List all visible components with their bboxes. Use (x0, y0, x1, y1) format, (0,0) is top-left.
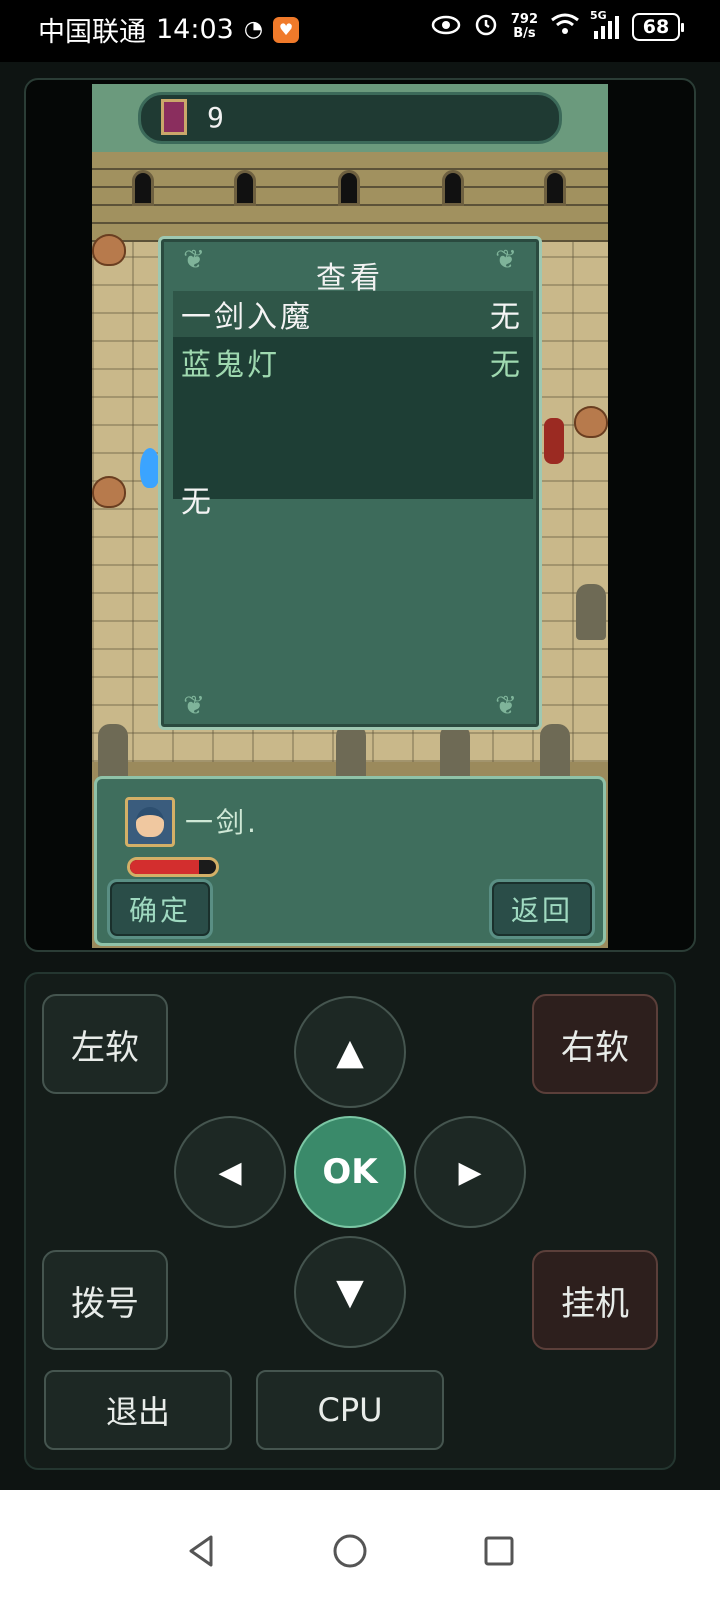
ok-button[interactable]: OK (294, 1116, 406, 1228)
status-right: 792 B/s 5G 68 (431, 9, 684, 43)
list-item[interactable]: 蓝鬼灯 无 (173, 339, 533, 385)
clock-time: 14:03 (156, 14, 234, 45)
ornament-icon: ❦ (495, 691, 517, 721)
wall-window (442, 170, 464, 206)
battery-icon: 68 (632, 13, 684, 41)
wall-window (544, 170, 566, 206)
eye-icon (431, 13, 461, 41)
pot-sprite (574, 406, 608, 438)
battery-level: 68 (642, 16, 670, 38)
back-nav-icon[interactable] (176, 1526, 226, 1576)
home-nav-icon[interactable] (325, 1526, 375, 1576)
clock-icon: ◔ (243, 17, 264, 42)
right-soft-button[interactable]: 右软 (532, 994, 658, 1094)
status-left: 中国联通 14:03 ◔ ♥ (38, 10, 300, 49)
statue-sprite (576, 584, 606, 640)
recents-nav-icon[interactable] (474, 1526, 524, 1576)
pot-sprite (92, 234, 126, 266)
navigation-bar (0, 1490, 720, 1612)
item-name: 蓝鬼灯 (181, 348, 280, 383)
left-soft-button[interactable]: 左软 (42, 994, 168, 1094)
dpad-up-button[interactable]: ▲ (294, 996, 406, 1108)
wifi-icon (550, 12, 580, 42)
hp-bar-fill (130, 860, 199, 874)
app-icon: ♥ (273, 16, 300, 43)
back-button[interactable]: 返回 (489, 879, 595, 939)
game-top-bar: 9 (92, 84, 608, 152)
carrier-text: 中国联通 (38, 17, 146, 48)
hourglass-icon (161, 99, 187, 135)
character-info-panel: 一剑. 确定 返回 (94, 776, 606, 946)
signal-type: 5G (590, 9, 607, 22)
item-value: 无 (490, 300, 523, 335)
item-list: 一剑入魔 无 蓝鬼灯 无 (173, 291, 533, 499)
list-item[interactable]: 一剑入魔 无 (173, 291, 533, 337)
hp-bar (127, 857, 219, 877)
net-speed: 792 B/s (511, 13, 538, 41)
alarm-icon (473, 11, 499, 43)
confirm-button[interactable]: 确定 (107, 879, 213, 939)
status-bar: 中国联通 14:03 ◔ ♥ 792 B/s 5G 68 (0, 0, 720, 62)
dungeon-wall (92, 152, 608, 242)
dpad-down-button[interactable]: ▼ (294, 1236, 406, 1348)
dpad-left-button[interactable]: ◀ (174, 1116, 286, 1228)
avatar-face (136, 807, 164, 837)
statue-sprite (440, 724, 470, 780)
cpu-button[interactable]: CPU (256, 1370, 444, 1450)
blue-flame-sprite (140, 448, 160, 488)
wall-window (132, 170, 154, 206)
npc-sprite (544, 418, 564, 464)
floor-indicator: 9 (138, 92, 562, 144)
exit-button[interactable]: 退出 (44, 1370, 232, 1450)
dial-button[interactable]: 拨号 (42, 1250, 168, 1350)
statue-sprite (336, 724, 366, 780)
control-pad: 左软 右软 拨号 挂机 ▲ ◀ OK ▶ ▼ 退出 CPU (24, 972, 676, 1470)
character-name: 一剑. (185, 806, 259, 839)
avatar (125, 797, 175, 847)
item-name: 一剑入魔 (181, 300, 313, 335)
item-description: 无 (181, 485, 211, 520)
pot-sprite (92, 476, 126, 508)
signal-icon: 5G (590, 9, 620, 39)
net-speed-value: 792 (510, 12, 538, 27)
view-dialog: ❦ ❦ ❦ ❦ 查看 一剑入魔 无 蓝鬼灯 无 无 (158, 236, 542, 730)
game-screen[interactable]: 9 ❦ ❦ ❦ ❦ 查看 一剑入魔 无 蓝鬼灯 无 无 一剑. 确定 返回 (92, 84, 608, 948)
wall-window (338, 170, 360, 206)
dpad-right-button[interactable]: ▶ (414, 1116, 526, 1228)
net-speed-unit: B/s (513, 26, 536, 41)
ornament-icon: ❦ (183, 691, 205, 721)
item-value: 无 (490, 348, 523, 383)
statue-sprite (540, 724, 570, 780)
wall-window (234, 170, 256, 206)
hangup-button[interactable]: 挂机 (532, 1250, 658, 1350)
floor-number: 9 (207, 101, 224, 134)
statue-sprite (98, 724, 128, 780)
